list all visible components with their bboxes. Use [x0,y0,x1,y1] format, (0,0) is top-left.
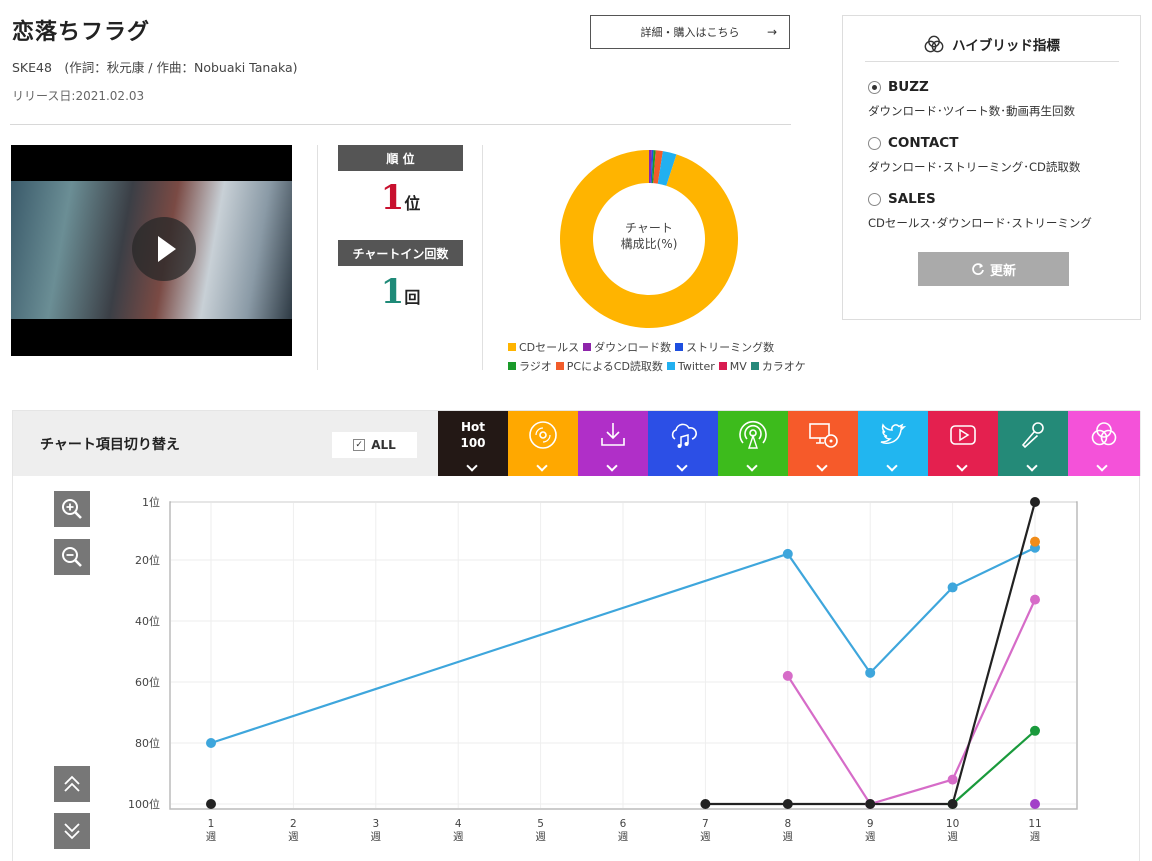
x-tick-unit: 週 [453,831,464,843]
series-point-6[interactable] [1030,497,1040,507]
x-tick-label: 5 [537,818,544,830]
series-line-2 [951,729,1036,805]
x-tick-unit: 週 [783,831,794,843]
series-point-0[interactable] [782,548,793,559]
x-tick-unit: 週 [947,831,958,843]
x-tick-label: 3 [372,818,379,830]
series-point-0[interactable] [947,582,958,593]
x-tick-unit: 週 [206,831,217,843]
series-point-0[interactable] [865,667,876,678]
x-tick-unit: 週 [618,831,629,843]
y-tick-label: 100位 [128,797,160,811]
x-tick-unit: 週 [865,831,876,843]
x-tick-label: 9 [867,818,874,830]
series-point-2[interactable] [1030,725,1040,736]
x-tick-unit: 週 [288,831,299,843]
y-tick-label: 20位 [135,553,160,567]
series-point-5[interactable] [206,799,216,809]
series-point-4[interactable] [1030,799,1040,809]
x-tick-unit: 週 [535,831,546,843]
x-tick-label: 4 [455,818,462,830]
series-point-6[interactable] [700,799,711,809]
series-point-0[interactable] [206,737,216,748]
series-point-6[interactable] [782,799,793,809]
x-tick-unit: 週 [700,831,711,843]
series-point-1[interactable] [947,774,958,785]
x-tick-label: 8 [784,818,791,830]
y-tick-label: 80位 [135,736,160,750]
series-point-1[interactable] [1030,594,1040,605]
series-point-6[interactable] [865,799,876,809]
x-tick-label: 11 [1028,818,1041,830]
x-tick-label: 10 [946,818,959,830]
y-tick-label: 40位 [135,614,160,628]
x-tick-label: 2 [290,818,297,830]
rank-history-line-chart: 1位20位40位60位80位100位 1週2週3週4週5週6週7週8週9週10週… [128,495,1078,843]
series-point-6[interactable] [947,799,958,809]
x-tick-label: 6 [620,818,627,830]
x-tick-unit: 週 [371,831,382,843]
x-tick-label: 7 [702,818,709,830]
x-tick-unit: 週 [1030,831,1041,843]
y-tick-label: 60位 [135,675,160,689]
series-point-1[interactable] [782,670,793,681]
series-point-3[interactable] [1030,536,1040,547]
x-tick-label: 1 [208,818,215,830]
y-tick-label: 1位 [142,495,160,509]
